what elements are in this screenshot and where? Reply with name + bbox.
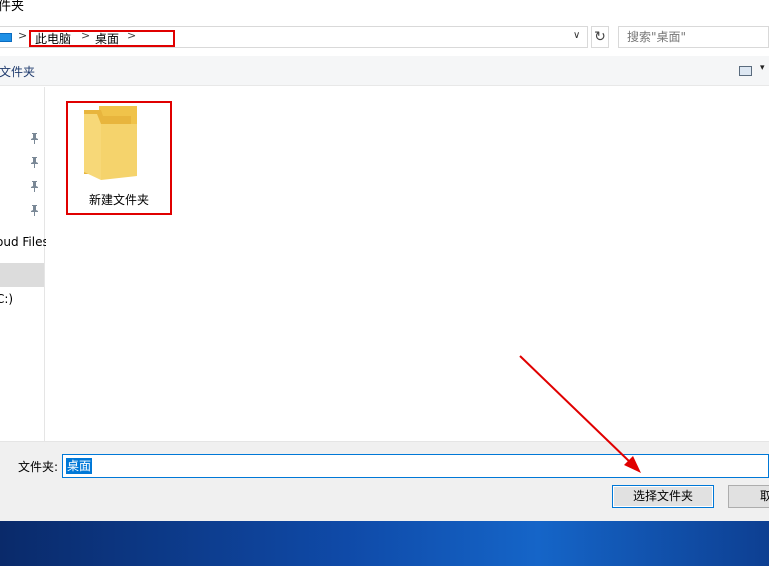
pin-icon[interactable] [30,181,39,195]
view-dropdown-icon[interactable]: ▾ [760,63,765,73]
toolbar: 文件夹 ▾ [0,56,769,86]
computer-icon[interactable] [0,33,12,42]
file-list: 新建文件夹 [46,87,769,441]
address-dropdown-icon[interactable]: ∨ [573,30,580,41]
breadcrumb-chevron-icon[interactable]: > [127,29,136,42]
refresh-icon[interactable]: ↻ [591,26,609,48]
new-folder-button[interactable]: 文件夹 [0,63,35,80]
window-title: 件夹 [0,0,25,14]
folder-label: 新建文件夹 [88,193,149,207]
search-input[interactable]: 搜索"桌面" [618,26,769,48]
bottom-panel: 文件夹: 桌面 选择文件夹 取消 [0,441,769,521]
folder-item[interactable]: 新建文件夹 [66,101,172,215]
nav-item-icloud-files[interactable]: oud Files [0,235,49,249]
nav-item-local-disk[interactable]: C:) [0,292,13,306]
select-folder-button[interactable]: 选择文件夹 [612,485,714,508]
breadcrumb-this-pc[interactable]: 此电脑 [35,30,71,47]
desktop-background [0,521,769,566]
folder-name-value: 桌面 [66,458,93,474]
cancel-button[interactable]: 取消 [728,485,769,508]
title-bar: 件夹 [0,0,769,18]
address-row: > 此电脑 > 桌面 > ∨ ↻ 搜索"桌面" [0,22,769,52]
address-bar[interactable]: > 此电脑 > 桌面 > ∨ [0,26,588,48]
breadcrumb-desktop[interactable]: 桌面 [95,30,119,47]
folder-name-input[interactable]: 桌面 [62,454,769,478]
pin-icon[interactable] [30,205,39,219]
folder-field-label: 文件夹: [18,460,59,474]
nav-item-selected[interactable] [0,263,44,287]
view-options-icon[interactable] [739,66,752,76]
navigation-pane: oud Files C:) [0,87,49,441]
breadcrumb-chevron-icon[interactable]: > [81,29,90,42]
folder-icon [84,106,137,180]
pin-icon[interactable] [30,133,39,147]
breadcrumb-root-chevron-icon[interactable]: > [18,29,27,42]
pin-icon[interactable] [30,157,39,171]
